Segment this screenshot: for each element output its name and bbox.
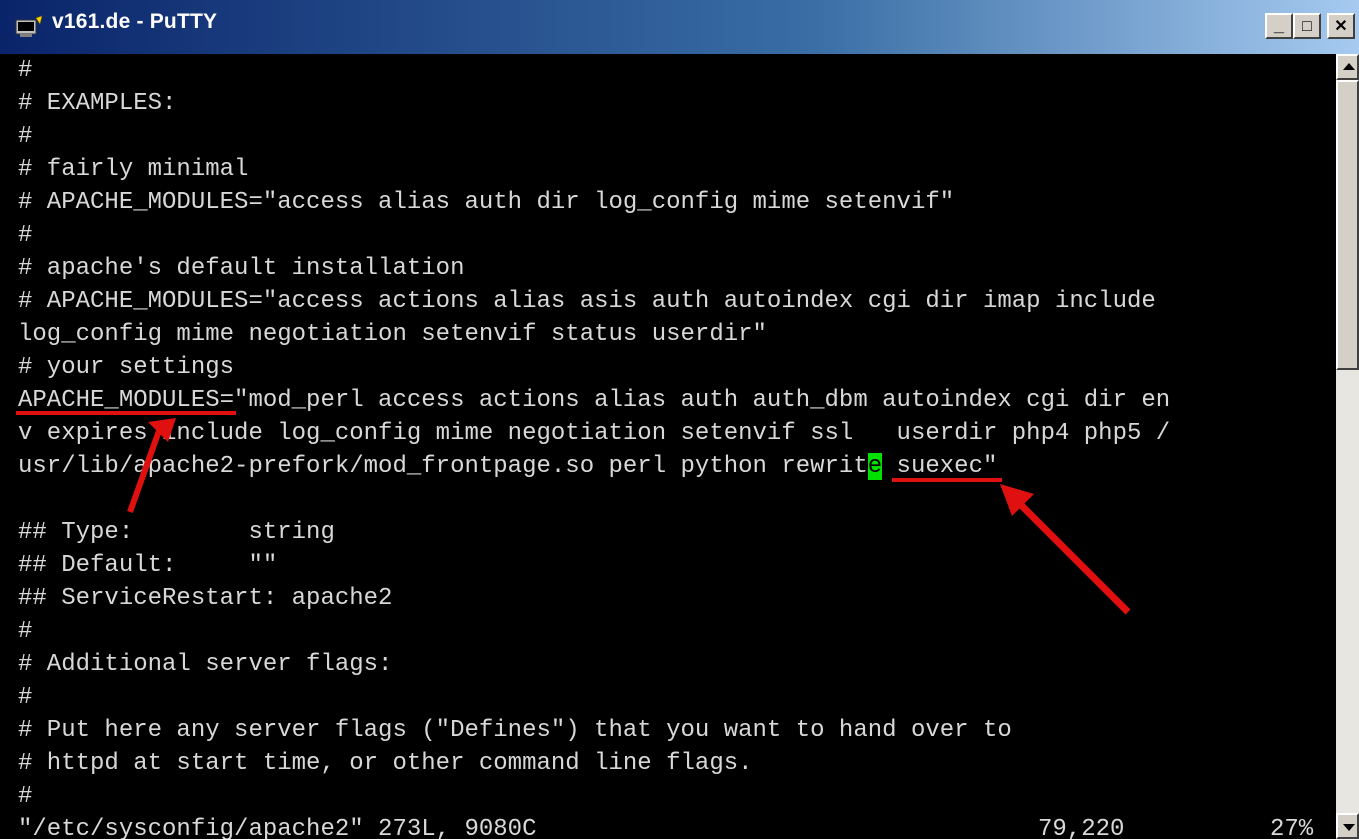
terminal-line: # EXAMPLES:: [18, 90, 177, 117]
terminal-line: # apache's default installation: [18, 255, 465, 282]
terminal-line: #: [18, 783, 33, 810]
terminal-area[interactable]: # # EXAMPLES: # # fairly minimal # APACH…: [8, 54, 1336, 839]
terminal-line: #: [18, 57, 33, 84]
terminal-line: # APACHE_MODULES="access actions alias a…: [18, 288, 1156, 315]
putty-terminal-icon: [15, 15, 43, 37]
terminal-line: v expires include log_config mime negoti…: [18, 420, 1171, 447]
arrow-up-icon: [1343, 63, 1355, 70]
terminal-line-cursor: usr/lib/apache2-prefork/mod_frontpage.so…: [18, 450, 997, 483]
vim-status-file: "/etc/sysconfig/apache2" 273L, 9080C: [18, 816, 537, 839]
cursor-line-prefix: usr/lib/apache2-prefork/mod_frontpage.so…: [18, 453, 868, 480]
arrow-down-icon: [1343, 824, 1355, 831]
close-icon: ✕: [1334, 18, 1348, 35]
terminal-line: #: [18, 123, 33, 150]
terminal-line: # Put here any server flags ("Defines") …: [18, 717, 1012, 744]
terminal-line: ## Default: "": [18, 552, 278, 579]
maximize-button[interactable]: □: [1293, 13, 1321, 39]
terminal-line: # APACHE_MODULES="access alias auth dir …: [18, 189, 955, 216]
terminal-line: #: [18, 618, 33, 645]
cursor-line-suffix: suexec": [882, 453, 998, 480]
vertical-scrollbar[interactable]: [1336, 54, 1359, 839]
terminal-line: APACHE_MODULES="mod_perl access actions …: [18, 387, 1171, 414]
terminal-line: # fairly minimal: [18, 156, 249, 183]
putty-window: v161.de - PuTTY _ □ ✕ # # EXAMPLES: # # …: [0, 0, 1359, 839]
window-title: v161.de - PuTTY: [52, 10, 218, 33]
scroll-up-button[interactable]: [1336, 54, 1359, 80]
terminal-line: ## Type: string: [18, 519, 335, 546]
terminal-line: #: [18, 222, 33, 249]
text-cursor: e: [867, 453, 883, 480]
terminal-line: # Additional server flags:: [18, 651, 393, 678]
terminal-line: # your settings: [18, 354, 235, 381]
title-bar[interactable]: v161.de - PuTTY _ □ ✕: [0, 0, 1359, 54]
vim-status-percent: 27%: [1270, 816, 1314, 839]
terminal-line: # httpd at start time, or other command …: [18, 750, 753, 777]
scrollbar-thumb[interactable]: [1336, 80, 1359, 370]
vim-status-position: 79,220: [1038, 816, 1125, 839]
close-button[interactable]: ✕: [1327, 13, 1355, 39]
terminal-line: #: [18, 684, 33, 711]
minimize-button[interactable]: _: [1265, 13, 1293, 39]
terminal-line: ## ServiceRestart: apache2: [18, 585, 393, 612]
terminal-line: log_config mime negotiation setenvif sta…: [18, 321, 767, 348]
maximize-icon: □: [1302, 18, 1312, 35]
scroll-down-button[interactable]: [1336, 813, 1359, 839]
minimize-icon: _: [1273, 15, 1284, 35]
